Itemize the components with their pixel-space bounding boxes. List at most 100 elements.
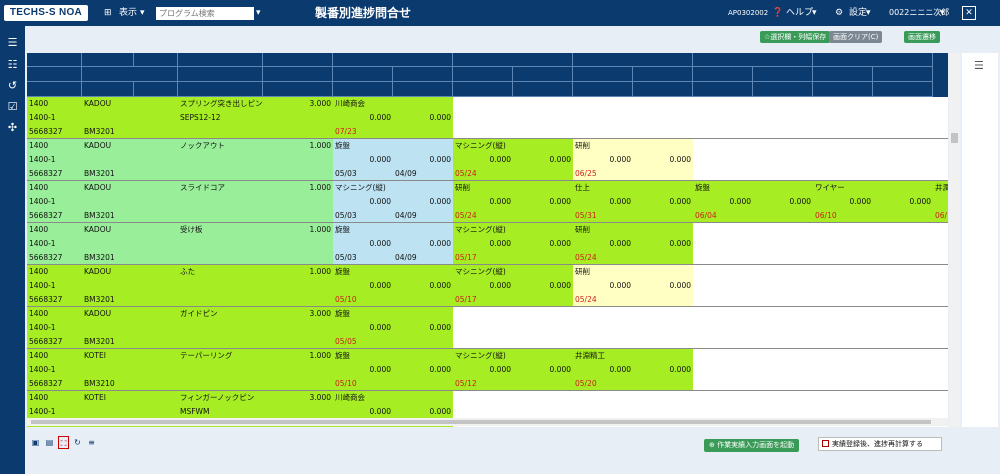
total-qty-cell[interactable]: 3.000 <box>263 391 333 405</box>
col-header[interactable] <box>753 67 813 82</box>
material-cell[interactable] <box>178 209 263 223</box>
end-date-cell[interactable] <box>263 167 333 181</box>
col-header[interactable] <box>573 82 633 97</box>
col-header[interactable] <box>27 67 82 82</box>
item-name-cell[interactable]: フィンガーノックピン <box>178 391 263 405</box>
process-loss-cell[interactable]: 0.000 <box>513 237 573 251</box>
process-name-cell[interactable]: 旋盤 <box>333 223 453 237</box>
process-loss-cell[interactable]: 0.000 <box>393 111 453 125</box>
help-chevron-icon[interactable]: ▾ <box>812 0 817 26</box>
item-name-cell[interactable]: ふた <box>178 265 263 279</box>
spec-cell[interactable] <box>178 195 263 209</box>
part-no-cell[interactable] <box>134 349 178 363</box>
vertical-scrollbar[interactable] <box>949 53 960 427</box>
part-no-cell[interactable] <box>134 181 178 195</box>
spec-cell[interactable] <box>178 321 263 335</box>
drawing-rev-cell[interactable] <box>134 335 178 349</box>
process-due-cell[interactable]: 06/ <box>933 209 948 223</box>
process-due-cell[interactable]: 05/03 <box>333 251 393 265</box>
puzzle-icon[interactable]: ✣ <box>6 121 19 134</box>
process-due-cell[interactable]: 05/03 <box>333 209 393 223</box>
settings-chevron-icon[interactable]: ▾ <box>866 0 871 26</box>
col-header[interactable] <box>813 67 873 82</box>
order-no-cell[interactable]: 5668327 <box>27 167 82 181</box>
col-header[interactable] <box>178 82 263 97</box>
spec-cell[interactable] <box>178 363 263 377</box>
col-header[interactable] <box>393 82 453 97</box>
process-due-cell[interactable]: 05/24 <box>453 167 513 181</box>
col-header[interactable] <box>513 82 573 97</box>
col-header[interactable] <box>873 82 933 97</box>
col-header[interactable] <box>333 82 393 97</box>
drawing-rev-cell[interactable] <box>134 293 178 307</box>
total-qty-cell[interactable]: 1.000 <box>263 265 333 279</box>
seiban-cell[interactable]: 1400 <box>27 265 82 279</box>
process-complete-cell[interactable] <box>633 251 693 265</box>
process-name-cell[interactable]: 研削 <box>573 265 693 279</box>
col-header[interactable] <box>263 67 333 82</box>
seiban-cell[interactable]: 1400 <box>27 181 82 195</box>
total-qty-cell[interactable]: 1.000 <box>263 181 333 195</box>
material-cell[interactable] <box>178 251 263 265</box>
scroll-thumb[interactable] <box>951 133 958 143</box>
process-complete-cell[interactable] <box>753 209 813 223</box>
process-complete-cell[interactable] <box>633 293 693 307</box>
item-name-cell[interactable]: ノックアウト <box>178 139 263 153</box>
process-due-cell[interactable]: 05/24 <box>573 251 633 265</box>
process-complete-cell[interactable] <box>393 335 453 349</box>
process-name-cell[interactable]: 旋盤 <box>693 181 813 195</box>
process-complete-cell[interactable] <box>633 167 693 181</box>
grid-icon[interactable]: ⊞ <box>104 0 112 26</box>
part-no-cell[interactable] <box>134 307 178 321</box>
col-header[interactable] <box>82 53 134 67</box>
col-header-process[interactable] <box>573 53 693 67</box>
process-due-cell[interactable]: 07/23 <box>333 125 393 139</box>
order-no-cell[interactable]: 5668327 <box>27 335 82 349</box>
process-loss-cell[interactable]: 0.000 <box>873 195 933 209</box>
process-name-cell[interactable]: 旋盤 <box>333 139 453 153</box>
process-due-cell[interactable]: 05/24 <box>573 293 633 307</box>
drawing-rev-cell[interactable] <box>134 377 178 391</box>
spec-cell[interactable]: SEPS12-12 <box>178 111 263 125</box>
end-date-cell[interactable] <box>263 251 333 265</box>
process-loss-cell[interactable]: 0.000 <box>393 153 453 167</box>
col-header[interactable] <box>453 67 513 82</box>
process-done-cell[interactable]: 0.000 <box>453 237 513 251</box>
process-due-cell[interactable]: 05/03 <box>333 167 393 181</box>
process-loss-cell[interactable]: 0.000 <box>393 195 453 209</box>
process-loss-cell[interactable]: 0.000 <box>393 237 453 251</box>
item-name-cell[interactable]: 受け板 <box>178 223 263 237</box>
process-complete-cell[interactable] <box>513 377 573 391</box>
process-name-cell[interactable]: 井澗 <box>933 181 948 195</box>
process-done-cell[interactable] <box>933 195 948 209</box>
process-due-cell[interactable]: 05/05 <box>333 335 393 349</box>
elit-cell[interactable]: KADOU <box>82 139 134 153</box>
hinban-cell[interactable] <box>82 405 178 419</box>
hamburger-icon[interactable]: ☰ <box>974 59 984 72</box>
process-done-cell[interactable]: 0.000 <box>333 153 393 167</box>
process-done-cell[interactable]: 0.000 <box>573 153 633 167</box>
process-name-cell[interactable]: 井淵精工 <box>573 349 693 363</box>
drawing-no-cell[interactable]: BM3201 <box>82 167 134 181</box>
horizontal-scrollbar[interactable] <box>27 418 948 426</box>
program-search-input[interactable] <box>156 7 254 20</box>
col-header[interactable] <box>27 53 82 67</box>
elit-cell[interactable]: KOTEI <box>82 391 134 405</box>
order-no-cell[interactable]: 5668327 <box>27 209 82 223</box>
elit-cell[interactable]: KADOU <box>82 97 134 111</box>
process-due-cell[interactable]: 06/10 <box>813 209 873 223</box>
user-list-icon[interactable]: ☷ <box>6 58 19 71</box>
col-header[interactable] <box>753 82 813 97</box>
process-due-cell[interactable]: 05/31 <box>573 209 633 223</box>
gear-icon[interactable]: ⚙ <box>835 0 843 26</box>
order-no-cell[interactable]: 5668327 <box>27 125 82 139</box>
spec-cell[interactable] <box>178 279 263 293</box>
part-no-cell[interactable] <box>134 139 178 153</box>
spec-cell[interactable] <box>178 237 263 251</box>
process-complete-cell[interactable] <box>393 377 453 391</box>
process-name-cell[interactable]: ワイヤー <box>813 181 933 195</box>
drawing-no-cell[interactable]: BM3201 <box>82 125 134 139</box>
process-complete-cell[interactable]: 04/09 <box>393 209 453 223</box>
material-cell[interactable] <box>178 167 263 181</box>
hinban-cell[interactable] <box>82 279 178 293</box>
